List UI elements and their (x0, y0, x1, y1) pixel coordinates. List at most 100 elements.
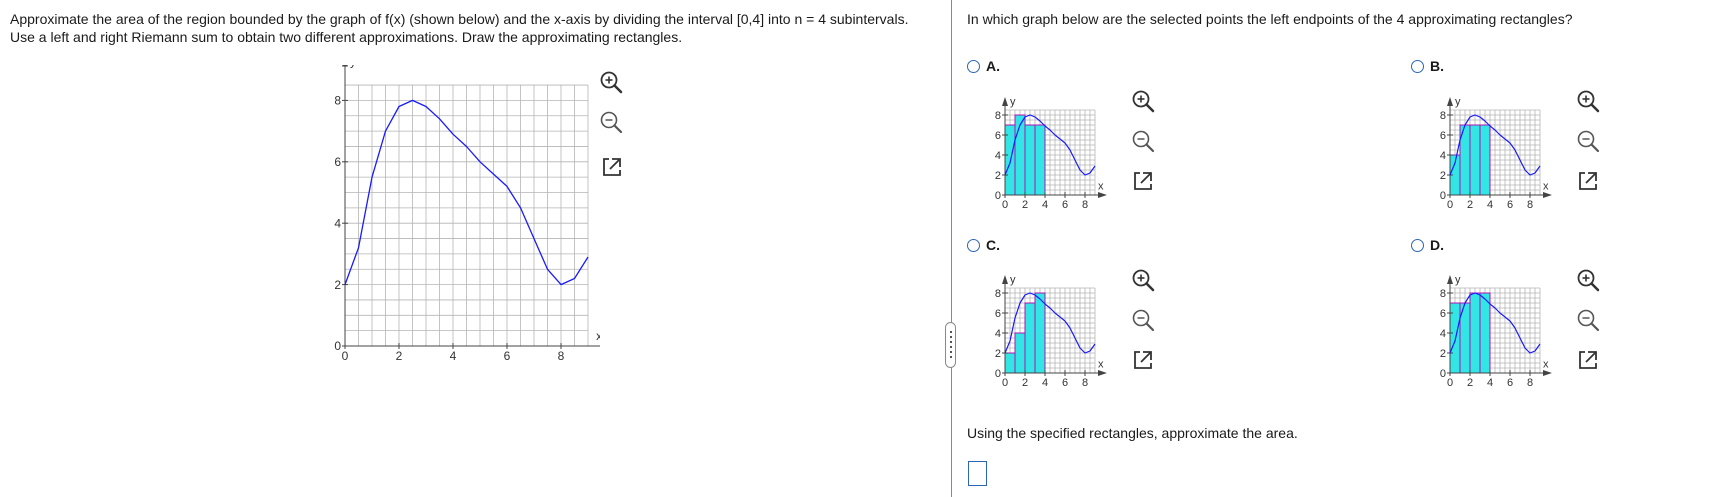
y-tick-label: 0 (995, 368, 1001, 380)
radio-button-a[interactable] (967, 59, 980, 73)
riemann-rectangle (1479, 124, 1491, 196)
option-c-zoom-out-icon[interactable] (1130, 307, 1156, 333)
y-tick-label: 0 (1440, 190, 1446, 202)
option-a-radio[interactable]: A. (967, 58, 1000, 74)
x-tick-label: 0 (342, 349, 349, 360)
x-tick-label: 8 (558, 349, 565, 360)
radio-button-d[interactable] (1411, 238, 1424, 252)
riemann-rectangle (1014, 114, 1026, 196)
option-b-open-new-window-icon[interactable] (1575, 168, 1601, 194)
option-b-radio[interactable]: B. (1411, 58, 1444, 74)
x-tick-label: 2 (1467, 377, 1473, 389)
zoom-out-icon[interactable] (598, 109, 624, 135)
option-b-graph: y x 0 2 4 6 8 0 2 4 6 8 (1440, 96, 1552, 211)
option-d-open-new-window-icon[interactable] (1575, 347, 1601, 373)
x-tick-label: 6 (1507, 199, 1513, 211)
x-tick-label: 0 (1002, 377, 1008, 389)
x-tick-label: 8 (1527, 199, 1533, 211)
x-tick-label: 8 (1082, 199, 1088, 211)
option-d-zoom-in-icon[interactable] (1575, 267, 1601, 293)
option-d-zoom-out-icon[interactable] (1575, 307, 1601, 333)
y-tick-label: 8 (995, 288, 1001, 300)
x-tick-label: 4 (1487, 199, 1493, 211)
option-c-graph: y x 0 2 4 6 8 0 2 4 6 8 (995, 274, 1107, 389)
y-axis-label: y (1455, 96, 1461, 108)
area-prompt: Using the specified rectangles, approxim… (967, 425, 1298, 441)
riemann-rectangle (1024, 302, 1036, 374)
y-tick-label: 2 (334, 278, 341, 292)
option-c-radio[interactable]: C. (967, 237, 1000, 253)
option-a-open-new-window-icon[interactable] (1130, 168, 1156, 194)
x-tick-label: 0 (1002, 199, 1008, 211)
question-text-right: In which graph below are the selected po… (967, 11, 1573, 27)
y-axis-arrow (1002, 275, 1008, 284)
option-a-zoom-out-icon[interactable] (1130, 128, 1156, 154)
riemann-rectangle (1479, 292, 1491, 374)
option-a-zoom-in-icon[interactable] (1130, 88, 1156, 114)
pane-divider (951, 0, 952, 497)
x-axis-label: x (1543, 359, 1549, 371)
x-tick-label: 0 (1447, 199, 1453, 211)
zoom-in-icon[interactable] (598, 69, 624, 95)
y-tick-label: 8 (1440, 288, 1446, 300)
y-tick-label: 0 (334, 339, 341, 353)
y-axis-arrow (1447, 97, 1453, 106)
y-tick-label: 4 (1440, 328, 1446, 340)
riemann-rectangle (1469, 292, 1481, 374)
x-tick-label: 2 (1022, 199, 1028, 211)
y-tick-label: 2 (1440, 170, 1446, 182)
y-axis-label: y (1455, 274, 1461, 286)
y-tick-label: 8 (995, 110, 1001, 122)
option-b-zoom-in-icon[interactable] (1575, 88, 1601, 114)
option-b-zoom-out-icon[interactable] (1575, 128, 1601, 154)
x-tick-label: 2 (1467, 199, 1473, 211)
option-d-radio[interactable]: D. (1411, 237, 1444, 253)
x-tick-label: 4 (450, 349, 457, 360)
x-tick-label: 6 (504, 349, 511, 360)
y-tick-label: 0 (1440, 368, 1446, 380)
option-d-graph: y x 0 2 4 6 8 0 2 4 6 8 (1440, 274, 1552, 389)
option-c-label: C. (986, 237, 1000, 253)
y-tick-label: 4 (995, 150, 1001, 162)
y-tick-label: 8 (1440, 110, 1446, 122)
y-tick-label: 4 (1440, 150, 1446, 162)
y-tick-label: 2 (995, 348, 1001, 360)
y-tick-label: 4 (995, 328, 1001, 340)
y-tick-label: 0 (995, 190, 1001, 202)
open-new-window-icon[interactable] (599, 154, 625, 180)
y-tick-label: 6 (995, 308, 1001, 320)
y-tick-label: 2 (1440, 348, 1446, 360)
x-tick-label: 2 (1022, 377, 1028, 389)
x-tick-label: 6 (1062, 377, 1068, 389)
y-tick-label: 6 (1440, 130, 1446, 142)
x-axis-label: x (596, 329, 600, 343)
riemann-rectangle (1469, 124, 1481, 196)
x-tick-label: 0 (1447, 377, 1453, 389)
x-axis-label: x (1098, 181, 1104, 193)
option-c-open-new-window-icon[interactable] (1130, 347, 1156, 373)
function-graph: y x 0 2 4 6 8 0 2 4 6 8 (334, 65, 600, 360)
option-b-label: B. (1430, 58, 1444, 74)
option-a-graph: y x 0 2 4 6 8 0 2 4 6 8 (995, 96, 1107, 211)
x-tick-label: 4 (1487, 377, 1493, 389)
y-tick-label: 2 (995, 170, 1001, 182)
y-tick-label: 6 (334, 155, 341, 169)
x-axis-label: x (1543, 181, 1549, 193)
x-axis-arrow (1543, 192, 1552, 198)
radio-button-c[interactable] (967, 238, 980, 252)
area-answer-input[interactable] (968, 461, 987, 486)
riemann-rectangle (1034, 292, 1046, 374)
x-tick-label: 8 (1527, 377, 1533, 389)
x-axis-arrow (1098, 370, 1107, 376)
x-axis-arrow (1543, 370, 1552, 376)
option-c-zoom-in-icon[interactable] (1130, 267, 1156, 293)
option-a-label: A. (986, 58, 1000, 74)
radio-button-b[interactable] (1411, 59, 1424, 73)
y-axis-label: y (350, 65, 356, 69)
y-tick-label: 8 (334, 94, 341, 108)
y-tick-label: 4 (334, 216, 341, 230)
question-text-left: Approximate the area of the region bound… (10, 11, 909, 45)
x-tick-label: 8 (1082, 377, 1088, 389)
x-tick-label: 6 (1062, 199, 1068, 211)
x-tick-label: 2 (396, 349, 403, 360)
